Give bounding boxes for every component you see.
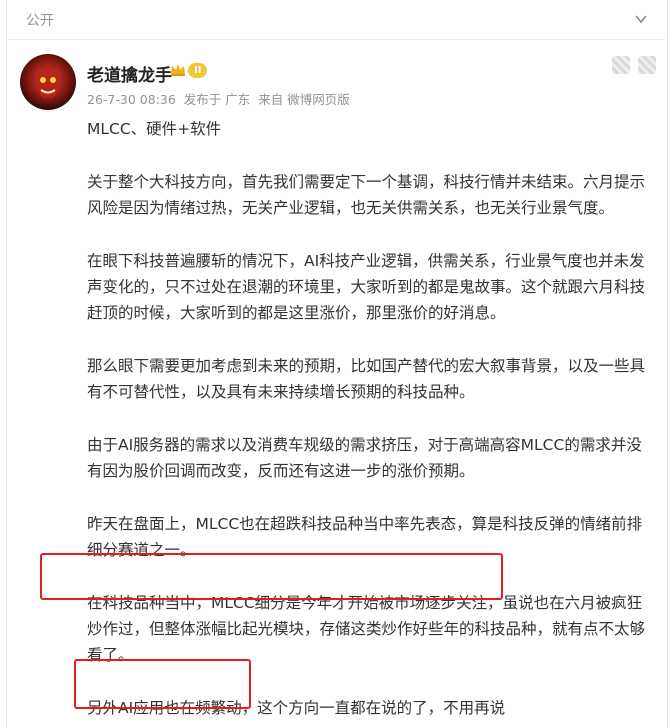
author-name[interactable]: 老道擒龙手 — [87, 61, 172, 86]
paragraph: 那么眼下需要更加考虑到未来的预期，比如国产替代的宏大叙事背景，以及一些具有不可替… — [87, 357, 646, 401]
crown-icon — [171, 64, 185, 76]
divider — [6, 39, 666, 40]
paragraph: 在眼下科技普遍腰斩的情况下，AI科技产业逻辑，供需关系，行业景气度也并未发声变化… — [87, 252, 646, 322]
blurred-actions — [612, 56, 656, 74]
highlight-box — [40, 553, 503, 600]
post-location: 发布于 广东 — [183, 92, 251, 107]
paragraph: 由于AI服务器的需求以及消费车规级的需求挤压，对于高端高容MLCC的需求并没有因… — [87, 436, 642, 480]
post-time[interactable]: 26-7-30 08:36 — [87, 92, 176, 107]
avatar[interactable] — [20, 54, 76, 110]
post-source: 来自 微博网页版 — [258, 92, 350, 107]
paragraph: 关于整个大科技方向，首先我们需要定下一个基调，科技行情并未结束。六月提示风险是因… — [87, 173, 646, 217]
blurred-icon — [612, 56, 630, 74]
post-meta: 26-7-30 08:36 发布于 广东 来自 微博网页版 — [87, 89, 354, 108]
paragraph: 在科技品种当中，MLCC细分是今年才开始被市场逐步关注，虽说也在六月被疯狂炒作过… — [87, 594, 646, 664]
dragon-avatar-image — [34, 64, 62, 98]
chevron-down-icon[interactable] — [634, 12, 648, 26]
vip-badge[interactable]: II — [170, 62, 208, 78]
visibility-label: 公开 — [26, 13, 54, 29]
level-badge: II — [188, 62, 208, 78]
paragraph: MLCC、硬件+软件 — [87, 120, 222, 138]
highlight-box — [74, 659, 251, 709]
blurred-icon — [638, 56, 656, 74]
post-content: MLCC、硬件+软件 关于整个大科技方向，首先我们需要定下一个基调，科技行情并未… — [87, 116, 655, 721]
